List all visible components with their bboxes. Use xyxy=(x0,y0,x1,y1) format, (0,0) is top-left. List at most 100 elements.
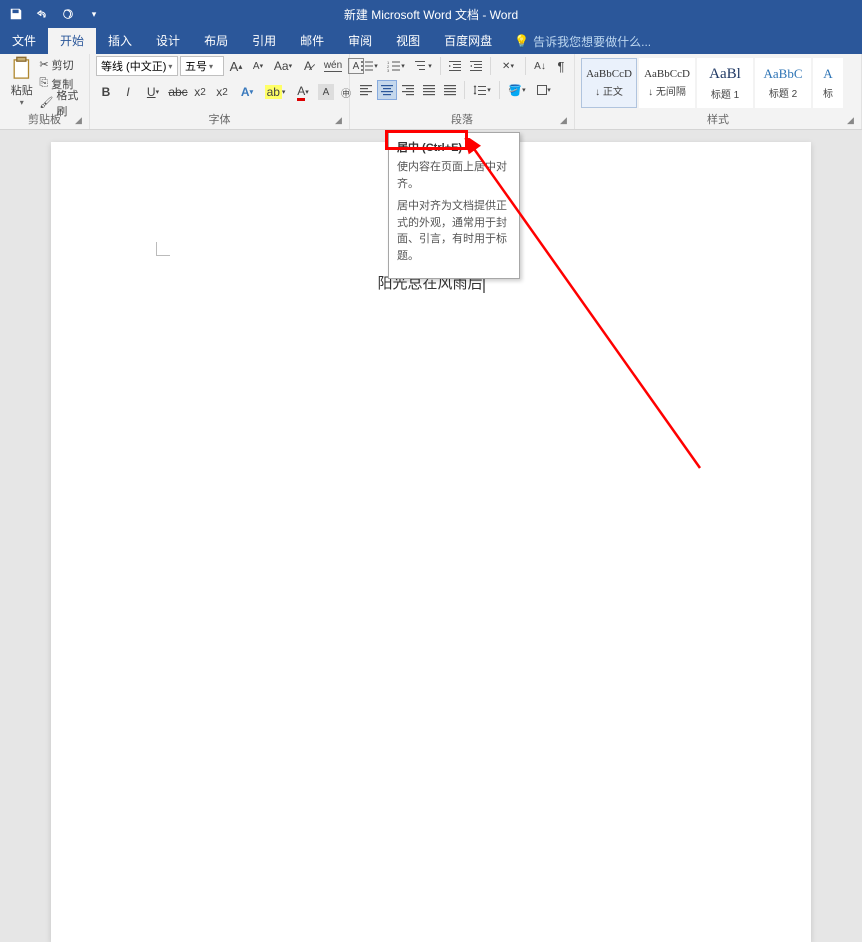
styles-gallery[interactable]: AaBbCcD↓ 正文 AaBbCcD↓ 无间隔 AaBl标题 1 AaBbC标… xyxy=(581,56,855,113)
align-justify-icon xyxy=(422,84,436,96)
tab-view[interactable]: 视图 xyxy=(384,28,432,54)
align-right-icon xyxy=(401,84,415,96)
paste-button[interactable]: 粘贴 ▾ xyxy=(6,56,37,107)
tab-mail[interactable]: 邮件 xyxy=(288,28,336,54)
bucket-icon: 🪣 xyxy=(508,84,522,97)
change-case-button[interactable]: Aa▾ xyxy=(270,56,296,76)
format-painter-button[interactable]: 🖌格式刷 xyxy=(39,94,83,111)
subscript-button[interactable]: x2 xyxy=(190,82,210,102)
grow-font-button[interactable]: A▴ xyxy=(226,56,246,76)
group-font-label: 字体 xyxy=(96,113,343,129)
decrease-indent-button[interactable] xyxy=(445,56,465,76)
align-center-tooltip: 居中 (Ctrl+E) 使内容在页面上居中对齐。 居中对齐为文档提供正式的外观，… xyxy=(388,132,520,279)
paste-icon xyxy=(11,56,33,82)
increase-indent-button[interactable] xyxy=(466,56,486,76)
line-spacing-icon xyxy=(473,83,487,97)
tooltip-line2: 居中对齐为文档提供正式的外观，通常用于封面、引言，有时用于标题。 xyxy=(397,198,511,264)
superscript-button[interactable]: x2 xyxy=(212,82,232,102)
group-font: 等线 (中文正)▾ 五号▾ A▴ A▾ Aa▾ A̷ wén A B I U▾ … xyxy=(90,54,350,129)
cut-button[interactable]: ✂剪切 xyxy=(39,56,83,73)
align-justify-button[interactable] xyxy=(419,80,439,100)
strikethrough-button[interactable]: abc xyxy=(168,82,188,102)
numbering-icon: 123 xyxy=(387,59,401,73)
tooltip-line1: 使内容在页面上居中对齐。 xyxy=(397,159,511,192)
bullets-icon xyxy=(360,59,374,73)
align-distributed-button[interactable] xyxy=(440,80,460,100)
group-paragraph: ▾ 123▾ ▾ ✕▾ A↓ ¶ ▾ 🪣▾ xyxy=(350,54,575,129)
tell-me-search[interactable]: 💡 告诉我您想要做什么... xyxy=(514,33,651,50)
tab-insert[interactable]: 插入 xyxy=(96,28,144,54)
shading-button[interactable]: 🪣▾ xyxy=(504,80,530,100)
style-heading1[interactable]: AaBl标题 1 xyxy=(697,58,753,108)
style-heading3[interactable]: A标 xyxy=(813,58,843,108)
show-marks-button[interactable]: ¶ xyxy=(551,56,571,76)
group-paragraph-label: 段落 xyxy=(356,113,568,129)
tab-layout[interactable]: 布局 xyxy=(192,28,240,54)
tab-review[interactable]: 审阅 xyxy=(336,28,384,54)
borders-button[interactable]: ▾ xyxy=(531,80,557,100)
font-color-button[interactable]: A▾ xyxy=(290,82,316,102)
paragraph-launcher[interactable]: ◢ xyxy=(560,115,572,127)
align-left-button[interactable] xyxy=(356,80,376,100)
align-left-icon xyxy=(359,84,373,96)
scissors-icon: ✂ xyxy=(39,58,48,71)
style-normal[interactable]: AaBbCcD↓ 正文 xyxy=(581,58,637,108)
line-spacing-button[interactable]: ▾ xyxy=(469,80,495,100)
style-no-spacing[interactable]: AaBbCcD↓ 无间隔 xyxy=(639,58,695,108)
eraser-icon: A̷ xyxy=(304,59,312,73)
clear-formatting-button[interactable]: A̷ xyxy=(298,56,318,76)
sort-button[interactable]: A↓ xyxy=(530,56,550,76)
text-effects-button[interactable]: A▾ xyxy=(234,82,260,102)
group-clipboard-label: 剪贴板 xyxy=(6,113,83,129)
clipboard-launcher[interactable]: ◢ xyxy=(75,115,87,127)
bold-button[interactable]: B xyxy=(96,82,116,102)
svg-text:3: 3 xyxy=(387,68,390,73)
tooltip-title: 居中 (Ctrl+E) xyxy=(397,139,511,155)
font-size-combo[interactable]: 五号▾ xyxy=(180,56,224,76)
font-name-combo[interactable]: 等线 (中文正)▾ xyxy=(96,56,178,76)
multilevel-icon xyxy=(414,59,428,73)
align-center-icon xyxy=(380,84,394,96)
border-icon xyxy=(537,85,547,95)
group-styles: AaBbCcD↓ 正文 AaBbCcD↓ 无间隔 AaBl标题 1 AaBbC标… xyxy=(575,54,862,129)
underline-button[interactable]: U▾ xyxy=(140,82,166,102)
align-dist-icon xyxy=(443,84,457,96)
save-icon xyxy=(9,7,23,21)
title-bar: ▾ 新建 Microsoft Word 文档 - Word xyxy=(0,0,862,28)
style-heading2[interactable]: AaBbC标题 2 xyxy=(755,58,811,108)
paste-label: 粘贴 xyxy=(11,82,33,98)
lightbulb-icon: 💡 xyxy=(514,34,529,48)
tab-file[interactable]: 文件 xyxy=(0,28,48,54)
ribbon-tabs: 文件 开始 插入 设计 布局 引用 邮件 审阅 视图 百度网盘 💡 告诉我您想要… xyxy=(0,28,862,54)
copy-icon: ⎘ xyxy=(39,77,48,90)
highlight-button[interactable]: ab▾ xyxy=(262,82,288,102)
redo-icon xyxy=(61,7,75,21)
font-launcher[interactable]: ◢ xyxy=(335,115,347,127)
save-button[interactable] xyxy=(4,2,28,26)
italic-button[interactable]: I xyxy=(118,82,138,102)
qat-more-button[interactable]: ▾ xyxy=(82,2,106,26)
ribbon: 粘贴 ▾ ✂剪切 ⎘复制 🖌格式刷 剪贴板 ◢ 等线 (中文正)▾ 五号▾ A▴… xyxy=(0,54,862,130)
styles-launcher[interactable]: ◢ xyxy=(847,115,859,127)
multilevel-list-button[interactable]: ▾ xyxy=(410,56,436,76)
tab-design[interactable]: 设计 xyxy=(144,28,192,54)
tab-references[interactable]: 引用 xyxy=(240,28,288,54)
bullets-button[interactable]: ▾ xyxy=(356,56,382,76)
tab-home[interactable]: 开始 xyxy=(48,28,96,54)
group-clipboard: 粘贴 ▾ ✂剪切 ⎘复制 🖌格式刷 剪贴板 ◢ xyxy=(0,54,90,129)
align-right-button[interactable] xyxy=(398,80,418,100)
undo-button[interactable] xyxy=(30,2,54,26)
tab-baidu[interactable]: 百度网盘 xyxy=(432,28,504,54)
window-title: 新建 Microsoft Word 文档 - Word xyxy=(344,6,518,23)
asian-layout-button[interactable]: ✕▾ xyxy=(495,56,521,76)
brush-icon: 🖌 xyxy=(39,96,53,109)
numbering-button[interactable]: 123▾ xyxy=(383,56,409,76)
indent-icon xyxy=(469,59,483,73)
align-center-button[interactable] xyxy=(377,80,397,100)
char-shading-button[interactable]: A xyxy=(318,84,334,100)
redo-button[interactable] xyxy=(56,2,80,26)
tell-me-placeholder: 告诉我您想要做什么... xyxy=(533,33,651,50)
undo-icon xyxy=(35,7,49,21)
phonetic-guide-button[interactable]: wén xyxy=(320,56,346,76)
shrink-font-button[interactable]: A▾ xyxy=(248,56,268,76)
